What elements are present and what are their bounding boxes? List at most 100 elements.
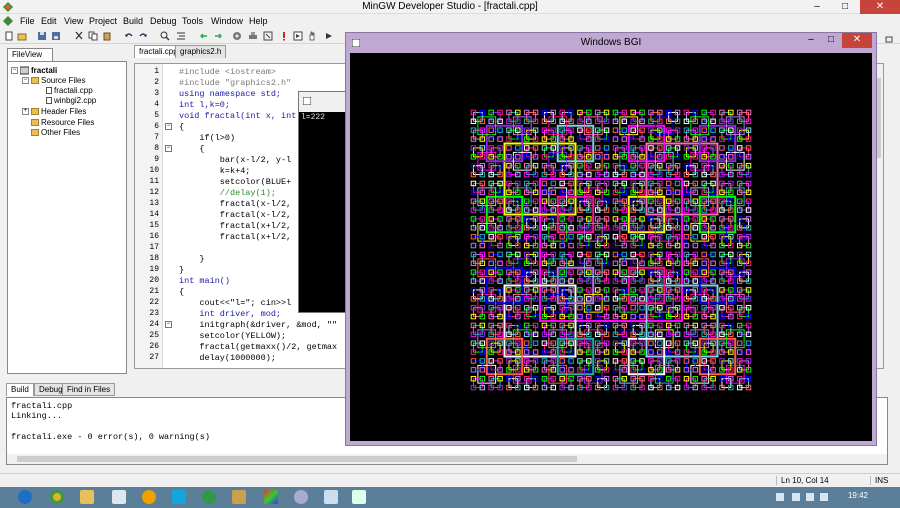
back-arrow-icon[interactable]	[199, 31, 209, 41]
bgi-title: Windows BGI	[580, 37, 642, 48]
console-window[interactable]: l=222	[298, 91, 350, 313]
tree-other-files-label: Other Files	[41, 128, 81, 137]
console-output: l=222	[301, 113, 326, 122]
document-app-icon[interactable]	[112, 490, 126, 504]
code-line: delay(1000000);	[179, 353, 276, 363]
minimize-button[interactable]: –	[804, 0, 830, 14]
skype-icon[interactable]	[172, 490, 186, 504]
tray-flag-icon[interactable]	[792, 493, 800, 501]
execute-icon[interactable]	[293, 31, 303, 41]
find-icon[interactable]	[160, 31, 170, 41]
tree-other-files[interactable]: Other Files	[22, 128, 80, 137]
bgi-minimize-button[interactable]: –	[802, 33, 820, 48]
tree-file-winbgi2[interactable]: winbgi2.cpp	[46, 96, 96, 105]
mingw-studio-icon[interactable]	[264, 490, 278, 504]
indent-icon[interactable]	[176, 31, 186, 41]
bgi-maximize-button[interactable]: □	[822, 33, 840, 48]
code-line: cout<<"l="; cin>>l	[179, 298, 292, 308]
close-button[interactable]: ✕	[860, 0, 900, 14]
bgi-window[interactable]: Windows BGI – □ ✕	[345, 32, 877, 446]
taskbar: 19:42	[0, 487, 900, 508]
tools-app-icon[interactable]	[232, 490, 246, 504]
expand-icon[interactable]: +	[22, 108, 29, 116]
cut-icon[interactable]	[74, 31, 84, 41]
console-icon	[303, 97, 311, 105]
folder-icon	[31, 119, 39, 127]
bgi-taskbar-icon[interactable]	[352, 490, 366, 504]
menu-help[interactable]: Help	[249, 16, 268, 26]
save-all-icon[interactable]	[51, 31, 61, 41]
bgi-titlebar[interactable]: Windows BGI – □ ✕	[346, 33, 876, 53]
build-icon[interactable]	[248, 31, 258, 41]
line-number: 5	[154, 111, 159, 120]
redo-icon[interactable]	[138, 31, 148, 41]
tray-volume-icon[interactable]	[820, 493, 828, 501]
save-icon[interactable]	[37, 31, 47, 41]
menu-file[interactable]: File	[20, 16, 35, 26]
chrome-icon[interactable]	[50, 490, 64, 504]
code-line: initgraph(&driver, &mod, ""	[179, 320, 338, 330]
menu-build[interactable]: Build	[123, 16, 143, 26]
menu-project[interactable]: Project	[89, 16, 117, 26]
wordpress-icon[interactable]	[202, 490, 216, 504]
output-horizontal-scrollbar[interactable]	[7, 454, 887, 464]
open-folder-icon[interactable]	[17, 31, 27, 41]
debug-go-icon[interactable]	[324, 31, 334, 41]
console-titlebar[interactable]	[299, 92, 349, 112]
emoji-app-icon[interactable]	[142, 490, 156, 504]
fractal-graphic	[470, 109, 752, 391]
editor-restore-icon[interactable]	[884, 36, 894, 44]
code-line: int driver, mod;	[179, 309, 282, 319]
tree-source-files[interactable]: − Source Files	[22, 76, 85, 85]
tree-header-files-label: Header Files	[41, 107, 87, 116]
collapse-icon[interactable]: −	[22, 77, 29, 85]
menu-edit[interactable]: Edit	[41, 16, 57, 26]
line-number: 3	[154, 89, 159, 98]
line-number: 21	[149, 287, 159, 296]
tray-network-icon[interactable]	[806, 493, 814, 501]
code-line: fractal(x-l/2,	[179, 210, 292, 220]
bgi-close-button[interactable]: ✕	[842, 33, 872, 48]
tab-build[interactable]: Build	[6, 383, 34, 396]
line-number: 8	[154, 144, 159, 153]
maximize-button[interactable]: □	[832, 0, 858, 14]
fold-toggle-icon[interactable]: −	[165, 145, 172, 152]
bgi-canvas[interactable]	[350, 53, 872, 441]
document-icon[interactable]	[3, 16, 13, 26]
tab-graphics2-h[interactable]: graphics2.h	[175, 45, 227, 58]
ie-icon[interactable]	[18, 490, 32, 504]
compile-icon[interactable]	[232, 31, 242, 41]
menu-debug[interactable]: Debug	[150, 16, 177, 26]
scrollbar-thumb[interactable]	[17, 456, 577, 462]
paste-icon[interactable]	[102, 31, 112, 41]
tree-project[interactable]: − fractali	[11, 66, 57, 75]
tree-file-fractali[interactable]: fractali.cpp	[46, 86, 93, 95]
tree-header-files[interactable]: + Header Files	[22, 107, 86, 116]
line-number: 17	[149, 243, 159, 252]
new-file-icon[interactable]	[4, 31, 14, 41]
line-number: 12	[149, 188, 159, 197]
menu-window[interactable]: Window	[211, 16, 243, 26]
file-tree: − fractali − Source Files fractali.cpp win…	[7, 61, 127, 374]
tray-up-icon[interactable]	[776, 493, 784, 501]
menu-tools[interactable]: Tools	[182, 16, 203, 26]
fold-toggle-icon[interactable]: −	[165, 321, 172, 328]
debug-hand-icon[interactable]	[307, 31, 317, 41]
collapse-icon[interactable]: −	[11, 67, 18, 75]
media-app-icon[interactable]	[294, 490, 308, 504]
tree-resource-files[interactable]: Resource Files	[22, 118, 94, 127]
stop-build-icon[interactable]	[279, 31, 289, 41]
rebuild-icon[interactable]	[263, 31, 273, 41]
fileview-tab[interactable]: FileView	[7, 48, 53, 61]
fold-toggle-icon[interactable]: −	[165, 123, 172, 130]
tab-find-in-files[interactable]: Find in Files	[62, 383, 116, 396]
forward-arrow-icon[interactable]	[213, 31, 223, 41]
console-taskbar-icon[interactable]	[324, 490, 338, 504]
menu-view[interactable]: View	[64, 16, 83, 26]
clock[interactable]: 19:42	[848, 491, 868, 500]
explorer-icon[interactable]	[80, 490, 94, 504]
undo-icon[interactable]	[124, 31, 134, 41]
line-number: 26	[149, 342, 159, 351]
line-number: 10	[149, 166, 159, 175]
copy-icon[interactable]	[88, 31, 98, 41]
